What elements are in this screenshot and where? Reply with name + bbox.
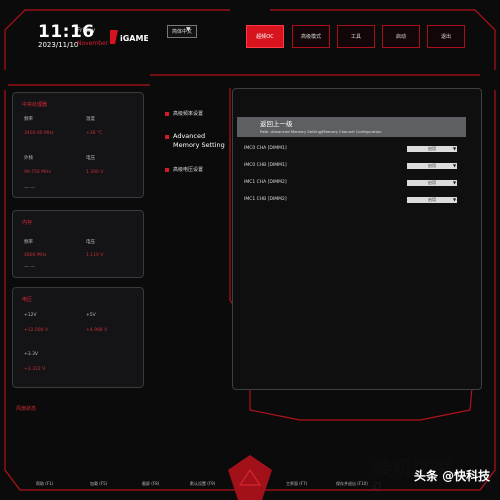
v12-label: +12V bbox=[24, 313, 37, 318]
chevron-down-icon: ▼ bbox=[453, 180, 457, 185]
footer-help[interactable]: 帮助 (F1) bbox=[36, 481, 53, 487]
watermark-text: 头条 @快科技 bbox=[414, 469, 491, 483]
option-label: IMC1 CHB [DIMM2] bbox=[244, 197, 287, 202]
tab-overclock[interactable]: 超频OC bbox=[246, 25, 284, 48]
footer-load[interactable]: 加载 (F5) bbox=[90, 481, 107, 487]
cpu-temp-value: +36 °C bbox=[86, 131, 103, 136]
bullet-icon bbox=[165, 167, 169, 172]
clock-date: 2023/11/10 bbox=[38, 41, 79, 49]
v33-value: +3.312 V bbox=[24, 367, 46, 372]
tab-advanced[interactable]: 高级模式 bbox=[292, 25, 330, 48]
menu-item-label: 高级电压设置 bbox=[173, 167, 204, 173]
watermark-small: zj bbox=[372, 478, 382, 492]
option-select[interactable]: 启用 bbox=[407, 180, 457, 186]
memory-card-title: 内存 bbox=[22, 220, 33, 226]
memory-freq-value: 4800 MHz bbox=[24, 253, 47, 258]
menu-item-label: 高级频率设置 bbox=[173, 111, 204, 117]
bullet-icon bbox=[165, 135, 169, 139]
option-select[interactable]: 启用 bbox=[407, 197, 457, 203]
option-select[interactable]: 启用 bbox=[407, 163, 457, 169]
cpu-bclk-value: 99.756 MHz bbox=[24, 170, 51, 175]
fan-status-label[interactable]: 风扇状态 bbox=[16, 405, 36, 412]
tab-exit[interactable]: 退出 bbox=[427, 25, 465, 48]
cpu-bclk-label: 外频 bbox=[24, 156, 33, 161]
back-title: 返回上一级 bbox=[260, 120, 293, 128]
chevron-down-icon: ▼ bbox=[453, 197, 457, 202]
memory-freq-label: 频率 bbox=[24, 240, 33, 245]
igame-logo: iGAME bbox=[110, 30, 148, 44]
clock-day: Friday bbox=[77, 27, 96, 34]
v12-value: +12.000 V bbox=[24, 328, 49, 333]
footer-main[interactable]: 主界面 (F7) bbox=[286, 481, 307, 487]
footer-screenshot[interactable]: 截屏 (F8) bbox=[142, 481, 159, 487]
chevron-down-icon: ▼ bbox=[453, 163, 457, 168]
menu-advanced-memory[interactable]: Advanced Memory Setting bbox=[165, 132, 227, 150]
v33-label: +3.3V bbox=[24, 352, 39, 357]
language-select[interactable]: 简体中文 bbox=[167, 25, 197, 38]
breadcrumb: Path: Advanced Memory Setting/Memory Cha… bbox=[260, 129, 382, 134]
cpu-freq-value: 3400.00 MHz bbox=[24, 131, 54, 136]
option-label: IMC0 CHB [DIMM1] bbox=[244, 163, 287, 168]
cpu-freq-label: 频率 bbox=[24, 117, 33, 122]
memory-volt-value: 1.110 V bbox=[86, 253, 104, 258]
chevron-down-icon: ▼ bbox=[186, 26, 191, 33]
cpu-card-title: 中央处理器 bbox=[22, 102, 48, 108]
tab-boot[interactable]: 启动 bbox=[382, 25, 420, 48]
memory-card-dots: —— bbox=[24, 264, 36, 270]
tab-tools[interactable]: 工具 bbox=[337, 25, 375, 48]
footer-save-exit[interactable]: 保存并退出 (F10) bbox=[336, 481, 368, 487]
v5-label: +5V bbox=[86, 313, 96, 318]
menu-item-label: Advanced Memory Setting bbox=[173, 132, 225, 149]
bullet-icon bbox=[165, 111, 169, 116]
cpu-card-dots: —— bbox=[24, 185, 36, 191]
menu-advanced-voltage[interactable]: 高级电压设置 bbox=[165, 166, 203, 173]
cpu-temp-label: 温度 bbox=[86, 117, 95, 122]
cpu-volt-value: 1.300 V bbox=[86, 170, 104, 175]
menu-advanced-frequency[interactable]: 高级频率设置 bbox=[165, 110, 203, 117]
v5-value: +4.998 V bbox=[86, 328, 108, 333]
option-label: IMC0 CHA [DIMM1] bbox=[244, 146, 287, 151]
footer-defaults[interactable]: 默认设置 (F9) bbox=[190, 481, 215, 487]
svg-text:iGAME: iGAME bbox=[120, 34, 148, 43]
option-label: IMC1 CHA [DIMM2] bbox=[244, 180, 287, 185]
voltage-card-title: 电压 bbox=[22, 297, 33, 303]
chevron-down-icon: ▼ bbox=[453, 146, 457, 151]
option-select[interactable]: 启用 bbox=[407, 146, 457, 152]
cpu-volt-label: 电压 bbox=[86, 156, 95, 161]
memory-volt-label: 电压 bbox=[86, 240, 95, 245]
clock-month: November bbox=[77, 40, 109, 47]
